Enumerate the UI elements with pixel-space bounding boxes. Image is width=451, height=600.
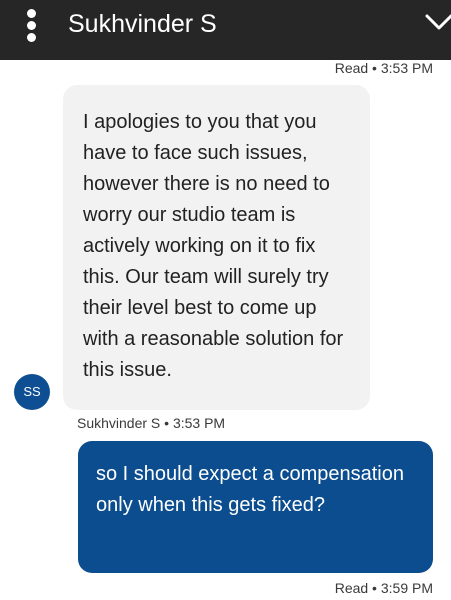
chevron-down-icon[interactable] — [424, 4, 451, 38]
incoming-message-bubble: I apologies to you that you have to face… — [63, 85, 370, 410]
outgoing-message-bubble: so I should expect a compensation only w… — [78, 441, 433, 573]
message-text: so I should expect a compensation only w… — [96, 463, 404, 516]
message-read-status: Read • 3:53 PM — [334, 60, 433, 76]
kebab-menu-icon[interactable] — [22, 6, 42, 46]
message-sender-meta: Sukhvinder S • 3:53 PM — [77, 415, 226, 431]
chat-title: Sukhvinder S — [68, 10, 217, 38]
avatar[interactable]: SS — [14, 374, 50, 410]
message-read-status: Read • 3:59 PM — [334, 580, 433, 596]
message-text: I apologies to you that you have to face… — [83, 111, 344, 381]
chat-header: Sukhvinder S — [0, 0, 451, 60]
